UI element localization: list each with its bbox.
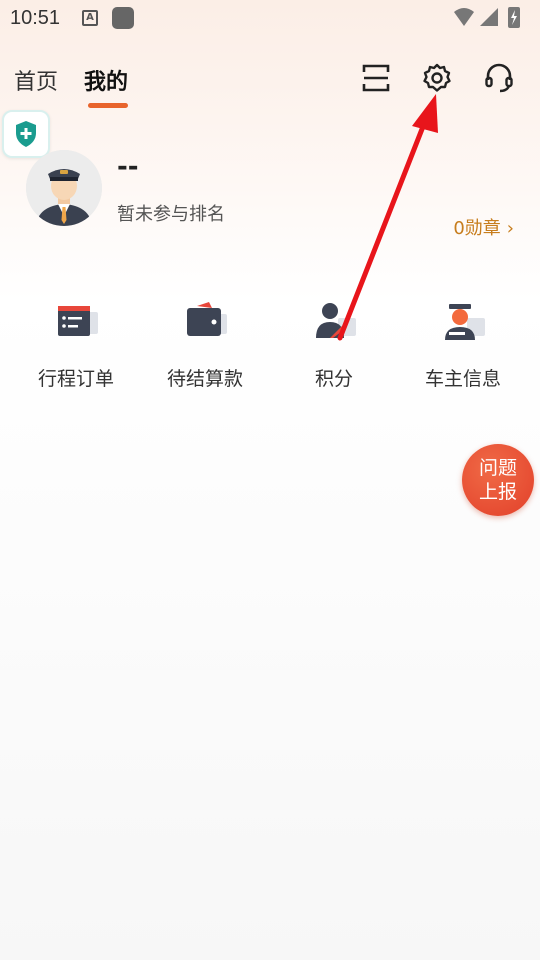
status-time: 10:51 <box>10 7 61 29</box>
annotation-arrow <box>337 94 438 341</box>
medal-link[interactable]: 0勋章 › <box>453 214 514 240</box>
report-issue-button[interactable]: 问题 上报 <box>462 444 534 516</box>
points-label: 积分 <box>314 368 353 390</box>
driver-info-entry[interactable]: 车主信息 <box>398 296 528 392</box>
settings-icon[interactable] <box>421 62 453 94</box>
trip-order-entry[interactable]: 行程订单 <box>11 296 141 392</box>
tab-mine[interactable]: 我的 <box>84 64 128 96</box>
top-navigation: 首页 我的 <box>0 58 540 112</box>
medal-count: 0勋章 <box>453 218 501 239</box>
chevron-right-icon: › <box>506 218 514 239</box>
tab-home[interactable]: 首页 <box>14 64 58 96</box>
signal-icon <box>480 8 498 26</box>
function-grid: 行程订单 待结算款 积分 车主信息 <box>0 296 540 396</box>
trip-order-label: 行程订单 <box>37 368 114 390</box>
scan-icon[interactable] <box>360 62 392 94</box>
wallet-icon <box>187 302 227 336</box>
app-square-icon <box>112 7 134 29</box>
active-tab-indicator <box>88 103 128 108</box>
profile-section: -- 暂未参与排名 0勋章 › <box>0 148 540 248</box>
pending-settlement-entry[interactable]: 待结算款 <box>140 296 270 392</box>
customer-service-icon[interactable] <box>483 62 515 94</box>
points-icon <box>316 303 356 338</box>
pending-settlement-label: 待结算款 <box>166 368 243 390</box>
report-line-2: 上报 <box>478 481 517 503</box>
report-line-1: 问题 <box>478 457 517 479</box>
rank-status: 暂未参与排名 <box>117 204 225 225</box>
text-a-icon: A <box>82 10 98 26</box>
status-bar: 10:51 A <box>0 0 540 38</box>
avatar[interactable] <box>26 150 102 226</box>
profile-name: -- <box>117 152 139 182</box>
trip-order-icon <box>58 306 98 336</box>
driver-info-icon <box>445 304 485 340</box>
driver-info-label: 车主信息 <box>424 368 501 390</box>
driver-avatar-icon <box>26 150 102 226</box>
wifi-icon <box>454 8 474 26</box>
status-right-icons <box>454 7 520 28</box>
points-entry[interactable]: 积分 <box>269 296 399 392</box>
